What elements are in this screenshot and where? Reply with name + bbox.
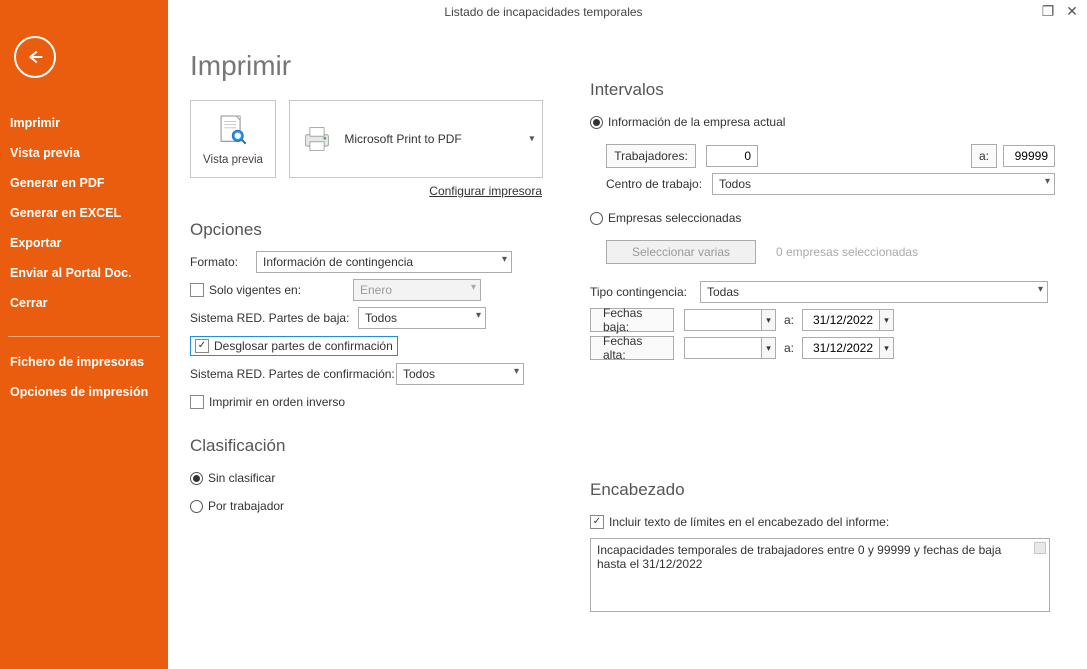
radio-por-trabajador[interactable] [190, 500, 203, 513]
incluir-encabezado-checkbox[interactable] [590, 515, 604, 529]
trabajadores-to-input[interactable] [1003, 145, 1055, 167]
encabezado-title: Encabezado [590, 480, 1055, 500]
close-icon[interactable]: ✕ [1063, 2, 1081, 20]
sis-baja-select[interactable]: Todos [358, 307, 486, 329]
radio-empresas-seleccionadas[interactable] [590, 212, 603, 225]
empresas-sel-label: Empresas seleccionadas [608, 211, 741, 225]
calendar-icon[interactable]: ▾ [762, 337, 776, 359]
preview-label: Vista previa [203, 154, 263, 166]
seleccionar-varias-button: Seleccionar varias [606, 240, 756, 264]
radio-sin-clasificar[interactable] [190, 472, 203, 485]
window-title: Listado de incapacidades temporales [444, 5, 642, 19]
sel-count-label: 0 empresas seleccionadas [776, 245, 918, 259]
trabajadores-button[interactable]: Trabajadores: [606, 144, 696, 168]
mes-select: Enero [353, 279, 481, 301]
inverso-checkbox[interactable] [190, 395, 204, 409]
fecha-baja-to-input[interactable] [802, 309, 880, 331]
a-label-1: a: [784, 313, 794, 327]
desglosar-label: Desglosar partes de confirmación [214, 339, 393, 353]
back-button[interactable] [14, 36, 56, 78]
solo-vigentes-label: Solo vigentes en: [209, 283, 353, 297]
sis-conf-select[interactable]: Todos [396, 363, 524, 385]
maximize-icon[interactable]: ❐ [1039, 2, 1057, 20]
trabajadores-from-input[interactable] [706, 145, 758, 167]
nav-exportar[interactable]: Exportar [0, 228, 168, 258]
sis-conf-label: Sistema RED. Partes de confirmación: [190, 367, 396, 381]
nav-opciones-impresion[interactable]: Opciones de impresión [0, 377, 168, 407]
encabezado-textarea[interactable]: Incapacidades temporales de trabajadores… [590, 538, 1050, 612]
formato-label: Formato: [190, 255, 256, 269]
fechas-alta-button[interactable]: Fechas alta: [590, 336, 674, 360]
nav-cerrar[interactable]: Cerrar [0, 288, 168, 318]
nav-generar-excel[interactable]: Generar en EXCEL [0, 198, 168, 228]
nav-imprimir[interactable]: Imprimir [0, 108, 168, 138]
fecha-baja-from-input[interactable] [684, 309, 762, 331]
configure-printer-link[interactable]: Configurar impresora [190, 184, 542, 198]
inverso-label: Imprimir en orden inverso [209, 395, 345, 409]
sin-clasificar-label: Sin clasificar [208, 471, 275, 485]
printer-icon [300, 122, 334, 156]
preview-button[interactable]: Vista previa [190, 100, 276, 178]
centro-select[interactable]: Todos [712, 173, 1055, 195]
tipo-cont-label: Tipo contingencia: [590, 285, 700, 299]
radio-info-empresa[interactable] [590, 116, 603, 129]
calendar-icon[interactable]: ▾ [762, 309, 776, 331]
formato-select[interactable]: Información de contingencia [256, 251, 512, 273]
a-button[interactable]: a: [971, 144, 997, 168]
nav-generar-pdf[interactable]: Generar en PDF [0, 168, 168, 198]
intervalos-title: Intervalos [590, 80, 1055, 100]
solo-vigentes-checkbox[interactable] [190, 283, 204, 297]
desglosar-checkbox[interactable] [195, 339, 209, 353]
document-preview-icon [214, 112, 252, 150]
printer-select[interactable]: Microsoft Print to PDF ▾ [289, 100, 543, 178]
tipo-cont-select[interactable]: Todas [700, 281, 1048, 303]
a-label-2: a: [784, 341, 794, 355]
calendar-icon[interactable]: ▾ [880, 309, 894, 331]
arrow-left-icon [24, 46, 46, 68]
calendar-icon[interactable]: ▾ [880, 337, 894, 359]
nav-fichero-impresoras[interactable]: Fichero de impresoras [0, 347, 168, 377]
chevron-down-icon: ▾ [529, 134, 534, 145]
page-title: Imprimir [190, 50, 1070, 82]
desglosar-highlight: Desglosar partes de confirmación [190, 336, 398, 356]
nav-vista-previa[interactable]: Vista previa [0, 138, 168, 168]
fecha-alta-from-input[interactable] [684, 337, 762, 359]
sis-baja-label: Sistema RED. Partes de baja: [190, 311, 358, 325]
printer-name: Microsoft Print to PDF [344, 132, 461, 146]
nav-separator [8, 336, 160, 337]
right-column: Intervalos Información de la empresa act… [590, 80, 1055, 612]
sidebar: Imprimir Vista previa Generar en PDF Gen… [0, 0, 168, 669]
nav-enviar-portal[interactable]: Enviar al Portal Doc. [0, 258, 168, 288]
centro-label: Centro de trabajo: [606, 177, 712, 191]
fechas-baja-button[interactable]: Fechas baja: [590, 308, 674, 332]
incluir-encabezado-label: Incluir texto de límites en el encabezad… [609, 515, 889, 529]
info-empresa-label: Información de la empresa actual [608, 115, 785, 129]
por-trabajador-label: Por trabajador [208, 499, 284, 513]
fecha-alta-to-input[interactable] [802, 337, 880, 359]
